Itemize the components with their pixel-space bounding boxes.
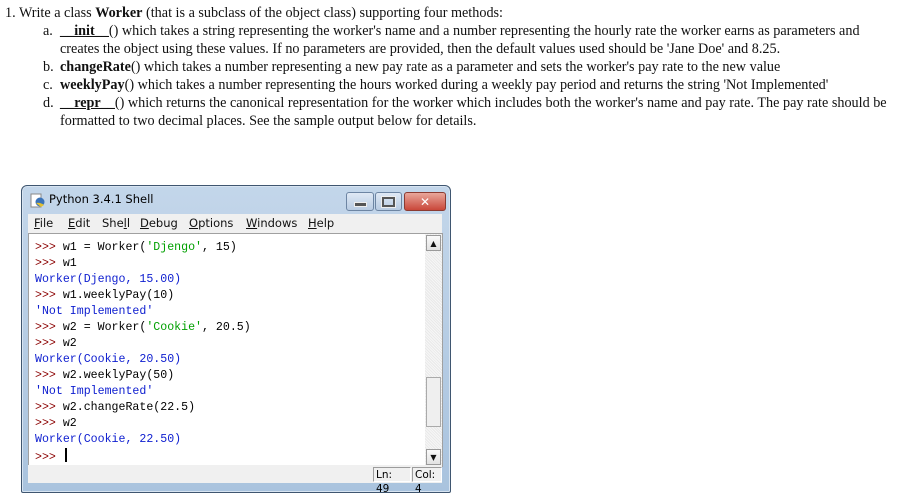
menu-edit[interactable]: Edit [68, 216, 90, 230]
question-text: 1. Write a class Worker (that is a subcl… [5, 4, 905, 130]
class-name: Worker [95, 5, 143, 21]
close-icon: ✕ [419, 194, 431, 209]
menu-help[interactable]: Help [308, 216, 334, 230]
code-text: w2 = Worker( [62, 321, 147, 334]
menu-debug[interactable]: Debug [140, 216, 178, 230]
menu-options[interactable]: Options [189, 216, 233, 230]
console-output-line: Worker(Cookie, 22.50) [35, 432, 251, 448]
console-input-line: >>> w2.changeRate(22.5) [35, 400, 251, 416]
method-item-init: a. __init__() which takes a string repre… [5, 22, 905, 58]
menu-file[interactable]: File [34, 216, 53, 230]
item-text: () which takes a number representing the… [124, 77, 748, 93]
prompt: >>> [35, 241, 56, 254]
code-text: w2 [62, 337, 77, 350]
code-text: , 20.5) [202, 321, 251, 334]
item-letter: d. [43, 95, 54, 111]
string-literal: 'Djengo' [146, 241, 203, 254]
title-bar[interactable]: Python 3.4.1 Shell ✕ [22, 186, 450, 214]
output-text: Worker(Cookie, 20.50) [35, 353, 182, 366]
item-letter: c. [43, 77, 53, 93]
console-input-line: >>> w2 = Worker('Cookie', 20.5) [35, 320, 251, 336]
console-input-line: >>> w2 [35, 416, 251, 432]
string-literal: 'Cookie' [146, 321, 203, 334]
scroll-down-button[interactable]: ▼ [426, 449, 441, 465]
console-input-line: >>> w1 = Worker('Djengo', 15) [35, 240, 251, 256]
minimize-button[interactable] [346, 192, 374, 211]
status-bar: Ln: 49 Col: 4 [28, 465, 442, 495]
console-input-line: >>> w2 [35, 336, 251, 352]
console-output-line: Worker(Djengo, 15.00) [35, 272, 251, 288]
console-output: >>> w1 = Worker('Djengo', 15) >>> w1 Worke… [35, 240, 251, 466]
code-text: w2 [62, 417, 77, 430]
prompt: >>> [35, 289, 56, 302]
method-name: __init__ [60, 23, 109, 39]
prompt: >>> [35, 369, 56, 382]
menu-windows[interactable]: Windows [246, 216, 297, 230]
method-item-repr: d. __repr__() which returns the canonica… [5, 94, 905, 130]
scroll-down-arrow-icon: ▼ [430, 452, 437, 462]
python-idle-icon [30, 193, 45, 208]
console-output-line: 'Not Implemented' [35, 384, 251, 400]
python-shell-window: Python 3.4.1 Shell ✕ File Edit Shell Deb… [21, 185, 451, 495]
menu-bar: File Edit Shell Debug Options Windows He… [28, 214, 442, 233]
console-input-line: >>> w2.weeklyPay(50) [35, 368, 251, 384]
item-letter: b. [43, 59, 54, 75]
scroll-up-arrow-icon: ▲ [430, 238, 437, 248]
menu-shell[interactable]: Shell [102, 216, 130, 230]
scroll-up-button[interactable]: ▲ [426, 235, 441, 251]
output-text: 'Not Implemented' [35, 305, 154, 318]
method-name: weeklyPay [60, 77, 125, 93]
scroll-thumb[interactable] [426, 376, 441, 427]
prompt: >>> [35, 401, 56, 414]
line-number-status: Ln: 49 [373, 467, 411, 495]
text-cursor [64, 448, 67, 462]
code-text: w1 [62, 257, 77, 270]
output-text: Worker(Cookie, 22.50) [35, 433, 182, 446]
console-input-line: >>> w1 [35, 256, 251, 272]
method-item-weeklypay: c. weeklyPay() which takes a number repr… [5, 76, 905, 94]
shell-console[interactable]: >>> w1 = Worker('Djengo', 15) >>> w1 Worke… [28, 233, 426, 467]
prompt: >>> [35, 337, 56, 350]
code-text: w2.changeRate(22.5) [62, 401, 196, 414]
console-input-line: >>> [35, 448, 251, 466]
code-text: w2.weeklyPay(50) [62, 369, 175, 382]
console-output-line: 'Not Implemented' [35, 304, 251, 320]
prompt: >>> [35, 257, 56, 270]
console-input-line: >>> w1.weeklyPay(10) [35, 288, 251, 304]
method-name: changeRate [60, 59, 131, 75]
minimize-icon [353, 201, 367, 207]
prompt: >>> [35, 321, 56, 334]
question-intro: 1. Write a class Worker (that is a subcl… [5, 4, 905, 22]
vertical-scrollbar[interactable]: ▲ ▼ [425, 233, 443, 467]
prompt: >>> [35, 417, 56, 430]
console-output-line: Worker(Cookie, 20.50) [35, 352, 251, 368]
item-text: () which takes a number representing a n… [130, 59, 781, 75]
code-text: w1 = Worker( [62, 241, 147, 254]
code-text: w1.weeklyPay(10) [62, 289, 175, 302]
column-number-status: Col: 4 [412, 467, 442, 495]
intro-post: (that is a subclass of the object class)… [142, 5, 503, 21]
maximize-icon [382, 196, 395, 207]
item-text: () which takes a string representing the… [108, 23, 770, 39]
code-text: , 15) [202, 241, 237, 254]
output-text: 'Not Implemented' [35, 385, 154, 398]
window-title: Python 3.4.1 Shell [49, 192, 154, 206]
method-item-changerate: b. changeRate() which takes a number rep… [5, 58, 905, 76]
item-text: Doe' and 8.25. [698, 41, 781, 57]
maximize-button[interactable] [375, 192, 402, 211]
intro-pre: Write a class [18, 5, 96, 21]
item-text: () which returns the canonical represent… [114, 95, 804, 111]
question-number: 1. [5, 5, 16, 21]
method-name: __repr__ [60, 95, 115, 111]
close-button[interactable]: ✕ [404, 192, 446, 211]
item-text: Implemented' [750, 77, 829, 93]
output-text: Worker(Djengo, 15.00) [35, 273, 182, 286]
item-letter: a. [43, 23, 53, 39]
prompt: >>> [35, 451, 56, 464]
